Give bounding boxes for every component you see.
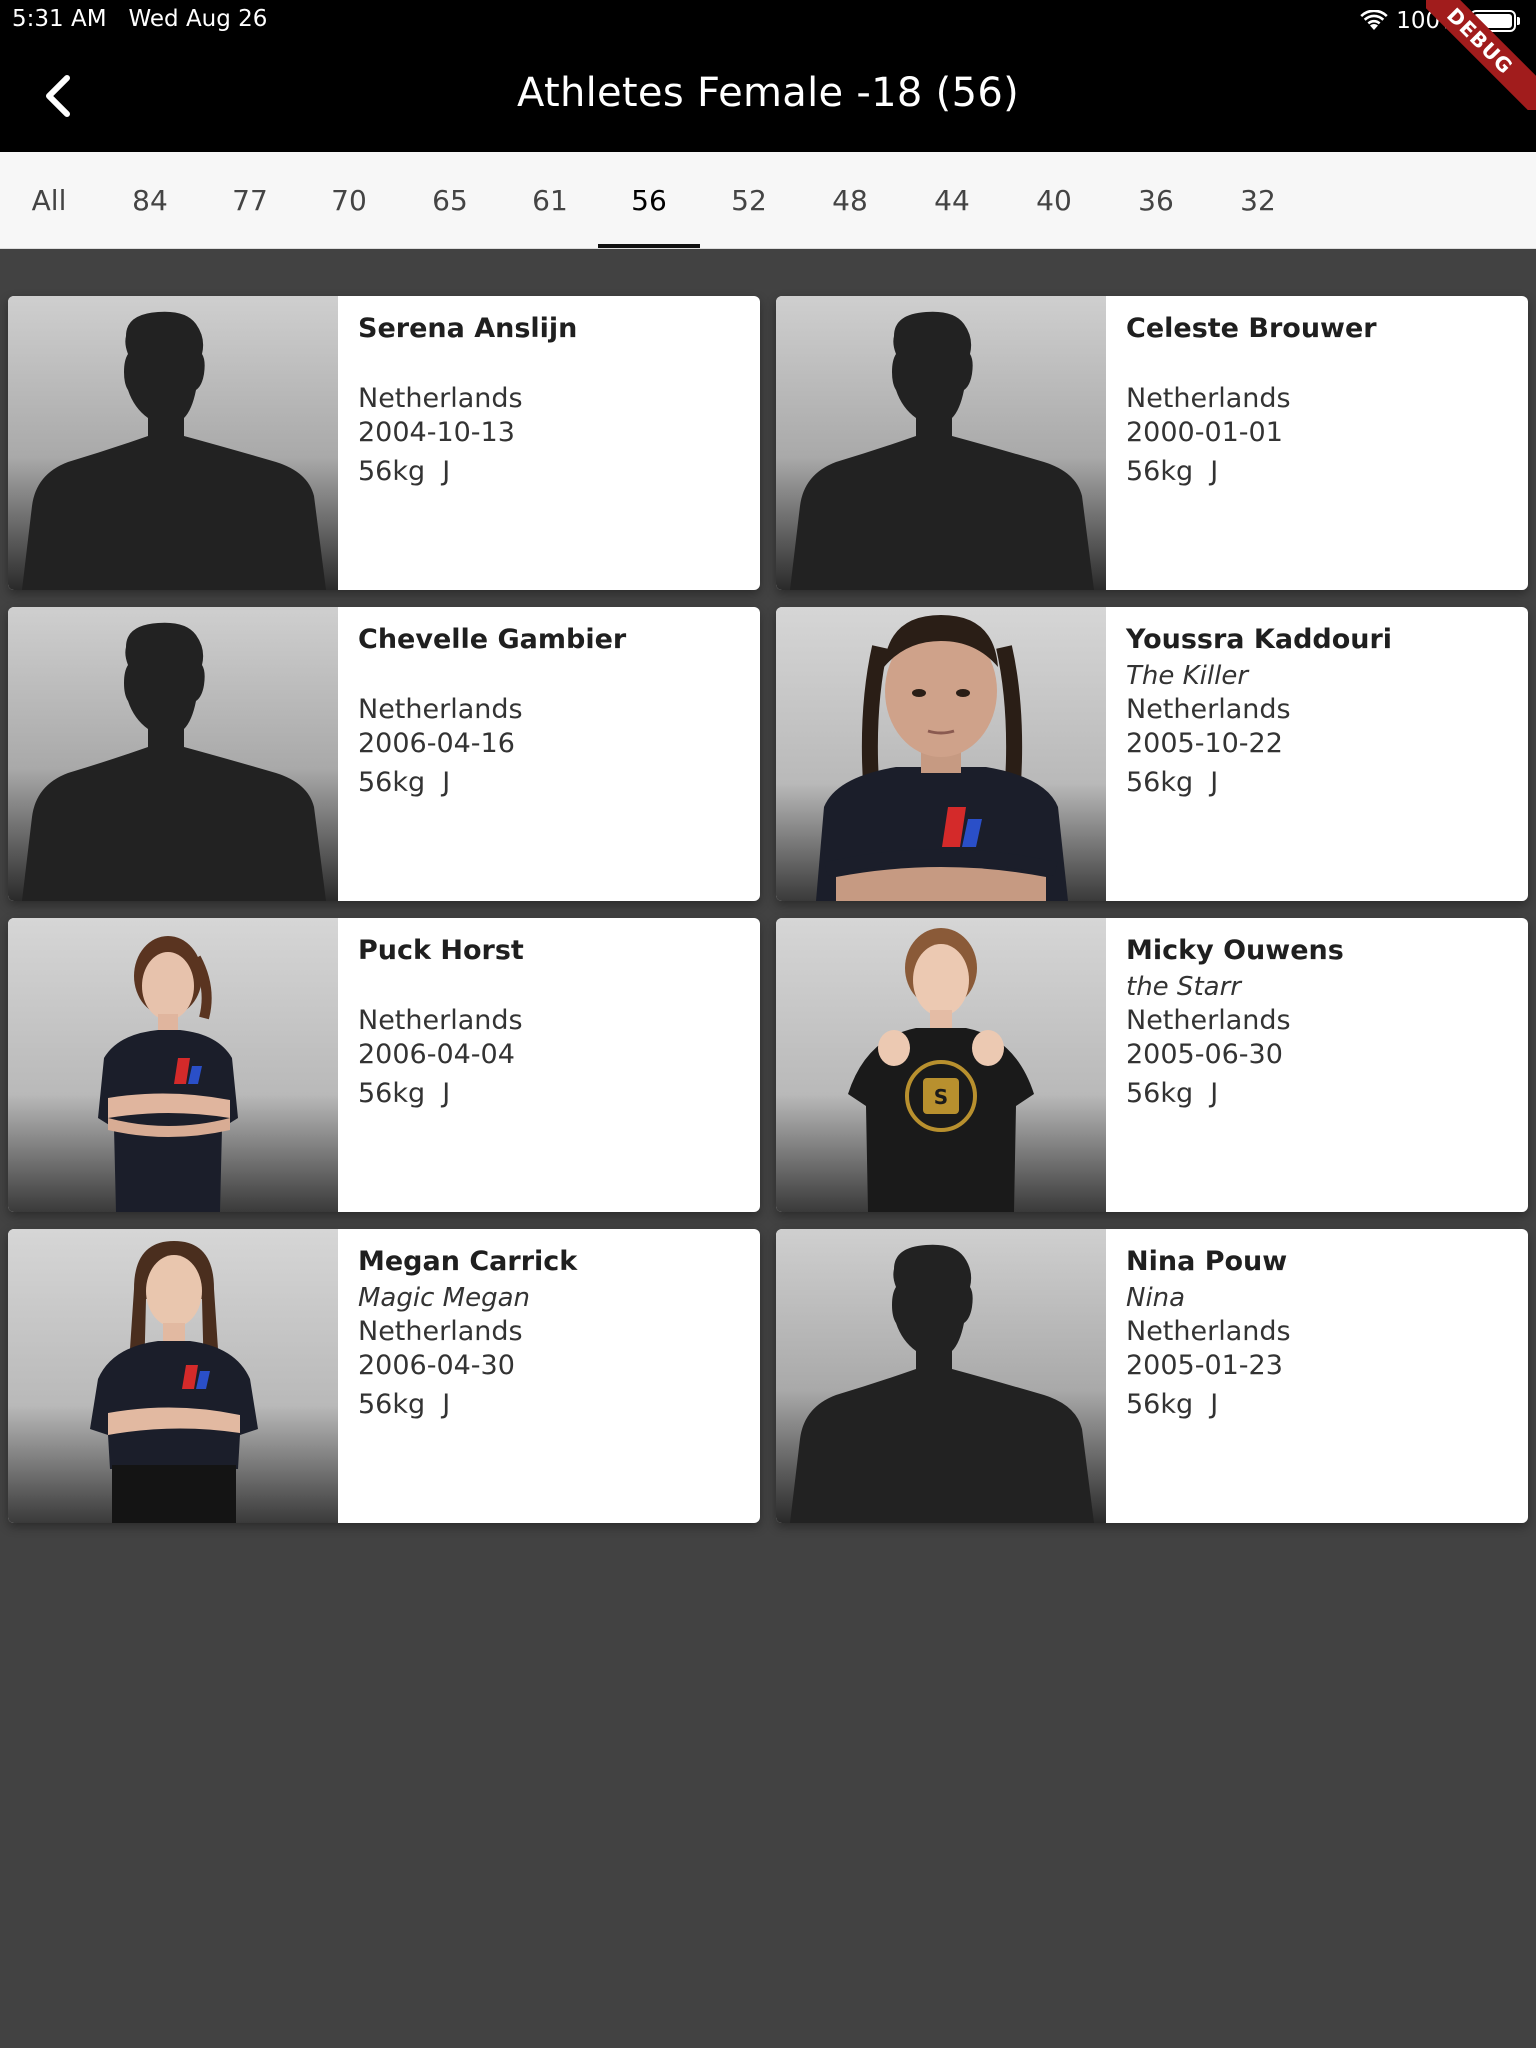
- athlete-country: Netherlands: [1126, 383, 1291, 414]
- athlete-card[interactable]: Nina Pouw Nina Netherlands 2005-01-23 56…: [776, 1229, 1528, 1523]
- athlete-card[interactable]: S Micky Ouwens the Starr Netherlands 200…: [776, 918, 1528, 1212]
- status-bar-time: 5:31 AM Wed Aug 26: [12, 6, 268, 32]
- athlete-card[interactable]: Chevelle Gambier Netherlands 2006-04-16 …: [8, 607, 760, 901]
- athlete-nickname: [1126, 348, 1518, 382]
- svg-text:S: S: [934, 1085, 948, 1109]
- athlete-name: Youssra Kaddouri: [1126, 624, 1393, 655]
- tab-48[interactable]: 48: [810, 152, 890, 248]
- athlete-birthdate: 2005-01-23: [1126, 1350, 1283, 1381]
- athlete-name: Puck Horst: [358, 935, 524, 966]
- page-title: Athletes Female -18 (56): [517, 70, 1019, 116]
- athlete-photo-placeholder: [8, 296, 338, 590]
- tab-36[interactable]: 36: [1116, 152, 1196, 248]
- athlete-birthdate: 2005-06-30: [1126, 1039, 1283, 1070]
- athlete-nickname: [358, 970, 750, 1004]
- athlete-birthdate: 2006-04-16: [358, 728, 515, 759]
- tab-77[interactable]: 77: [210, 152, 290, 248]
- athlete-weight-class: 56kg J: [1126, 456, 1219, 487]
- app-bar: 5:31 AM Wed Aug 26 100% Athletes Female …: [0, 0, 1536, 152]
- athlete-country: Netherlands: [1126, 1005, 1291, 1036]
- athlete-birthdate: 2006-04-04: [358, 1039, 515, 1070]
- athlete-weight-class: 56kg J: [1126, 767, 1219, 798]
- athlete-weight-class: 56kg J: [358, 767, 451, 798]
- athlete-card[interactable]: Youssra Kaddouri The Killer Netherlands …: [776, 607, 1528, 901]
- wifi-icon: [1360, 10, 1388, 32]
- athlete-photo-placeholder: [776, 296, 1106, 590]
- tab-44[interactable]: 44: [912, 152, 992, 248]
- battery-icon: [1470, 10, 1520, 32]
- athlete-country: Netherlands: [358, 694, 523, 725]
- athlete-nickname: The Killer: [1126, 661, 1249, 691]
- tab-56[interactable]: 56: [598, 152, 700, 248]
- athlete-name: Nina Pouw: [1126, 1246, 1288, 1277]
- athlete-birthdate: 2000-01-01: [1126, 417, 1283, 448]
- athlete-photo: S: [776, 918, 1106, 1212]
- athlete-country: Netherlands: [1126, 1316, 1291, 1347]
- athlete-weight-class: 56kg J: [358, 1078, 451, 1109]
- athlete-weight-class: 56kg J: [358, 456, 451, 487]
- athlete-country: Netherlands: [1126, 694, 1291, 725]
- athlete-country: Netherlands: [358, 1316, 523, 1347]
- athlete-name: Serena Anslijn: [358, 313, 578, 344]
- athlete-nickname: Nina: [1126, 1283, 1186, 1313]
- athlete-photo: [8, 1229, 338, 1523]
- tab-70[interactable]: 70: [309, 152, 389, 248]
- athlete-weight-class: 56kg J: [1126, 1389, 1219, 1420]
- athlete-name: Megan Carrick: [358, 1246, 578, 1277]
- tab-40[interactable]: 40: [1014, 152, 1094, 248]
- athlete-weight-class: 56kg J: [1126, 1078, 1219, 1109]
- athlete-photo-placeholder: [776, 1229, 1106, 1523]
- tab-52[interactable]: 52: [709, 152, 789, 248]
- tab-84[interactable]: 84: [110, 152, 190, 248]
- athlete-country: Netherlands: [358, 1005, 523, 1036]
- athlete-weight-class: 56kg J: [358, 1389, 451, 1420]
- athlete-name: Celeste Brouwer: [1126, 313, 1377, 344]
- athlete-country: Netherlands: [358, 383, 523, 414]
- athlete-photo: [776, 607, 1106, 901]
- athlete-card[interactable]: Celeste Brouwer Netherlands 2000-01-01 5…: [776, 296, 1528, 590]
- tab-61[interactable]: 61: [510, 152, 590, 248]
- athlete-name: Micky Ouwens: [1126, 935, 1344, 966]
- weight-tab-bar: All 84 77 70 65 61 56 52 48 44 40 36 32: [0, 152, 1536, 249]
- athlete-nickname: Magic Megan: [358, 1283, 530, 1313]
- athlete-card[interactable]: Serena Anslijn Netherlands 2004-10-13 56…: [8, 296, 760, 590]
- tab-65[interactable]: 65: [410, 152, 490, 248]
- athlete-nickname: the Starr: [1126, 972, 1241, 1002]
- athlete-card[interactable]: Puck Horst Netherlands 2006-04-04 56kg J: [8, 918, 760, 1212]
- athlete-birthdate: 2005-10-22: [1126, 728, 1283, 759]
- athlete-card[interactable]: Megan Carrick Magic Megan Netherlands 20…: [8, 1229, 760, 1523]
- athlete-photo: [8, 918, 338, 1212]
- athlete-birthdate: 2006-04-30: [358, 1350, 515, 1381]
- athlete-photo-placeholder: [8, 607, 338, 901]
- athlete-birthdate: 2004-10-13: [358, 417, 515, 448]
- tab-all[interactable]: All: [8, 152, 90, 248]
- status-bar-right: 100%: [1360, 4, 1520, 38]
- athlete-nickname: [358, 659, 750, 693]
- athlete-nickname: [358, 348, 750, 382]
- athlete-name: Chevelle Gambier: [358, 624, 627, 655]
- tab-32[interactable]: 32: [1218, 152, 1298, 248]
- battery-percent: 100%: [1396, 8, 1462, 34]
